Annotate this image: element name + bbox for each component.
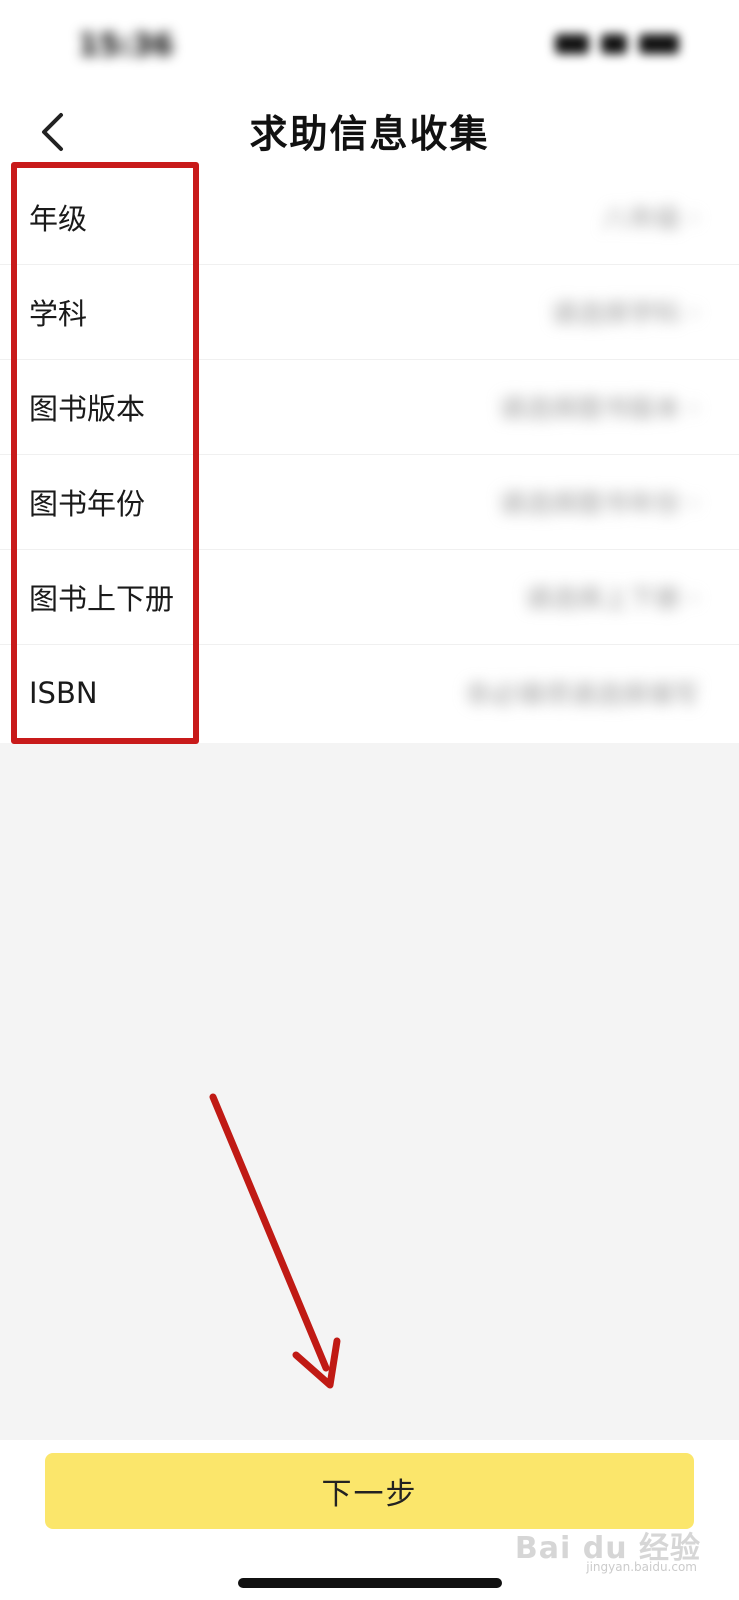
form-row-book-edition[interactable]: 图书版本 请选择图书版本 › [0,360,739,455]
status-time: 15:36 [78,28,174,63]
nav-bar: 求助信息收集 [0,95,739,170]
form-row-grade[interactable]: 年级 八年级 › [0,170,739,265]
status-icons [555,34,679,54]
row-label-isbn: ISBN [29,675,98,710]
form-row-book-year[interactable]: 图书年份 请选择图书年份 › [0,455,739,550]
row-value-text: 八年级 [602,204,681,235]
help-info-form: 年级 八年级 › 学科 请选择学科 › 图书版本 请选择图书版本 › 图书年份 … [0,170,739,743]
row-label-book-year: 图书年份 [29,487,146,521]
form-row-isbn[interactable]: ISBN 非必填项请选择填写 [0,645,739,740]
chevron-right-icon: › [688,297,699,327]
row-value-book-volume: 请选择上下册 › [525,579,699,616]
status-bar: 15:36 [0,0,739,95]
home-indicator [238,1578,502,1588]
row-value-book-year: 请选择图书年份 › [499,484,699,521]
row-label-subject: 学科 [29,297,88,331]
row-value-text: 请选择上下册 [524,584,681,615]
page-title: 求助信息收集 [249,112,490,156]
row-label-grade: 年级 [29,202,88,236]
row-value-text: 请选择学科 [550,299,681,330]
form-row-subject[interactable]: 学科 请选择学科 › [0,265,739,360]
chevron-right-icon: › [688,582,699,612]
chevron-right-icon: › [688,487,699,517]
row-label-book-edition: 图书版本 [29,392,146,426]
row-label-book-volume: 图书上下册 [29,582,175,616]
signal-icon [555,34,589,54]
row-value-text: 请选择图书年份 [498,489,681,520]
battery-icon [639,34,679,54]
chevron-right-icon: › [688,392,699,422]
row-value-grade: 八年级 › [603,199,699,236]
form-row-book-volume[interactable]: 图书上下册 请选择上下册 › [0,550,739,645]
row-value-book-edition: 请选择图书版本 › [499,389,699,426]
isbn-input[interactable]: 非必填项请选择填写 [465,674,699,711]
row-value-text: 请选择图书版本 [498,394,681,425]
next-step-button[interactable]: 下一步 [45,1453,694,1529]
baidu-watermark-url: jingyan.baidu.com [586,1560,697,1574]
row-value-subject: 请选择学科 › [551,294,699,331]
wifi-icon [601,34,627,54]
chevron-right-icon: › [688,202,699,232]
bottom-action-bar: 下一步 Bai du 经验 jingyan.baidu.com [0,1440,739,1600]
